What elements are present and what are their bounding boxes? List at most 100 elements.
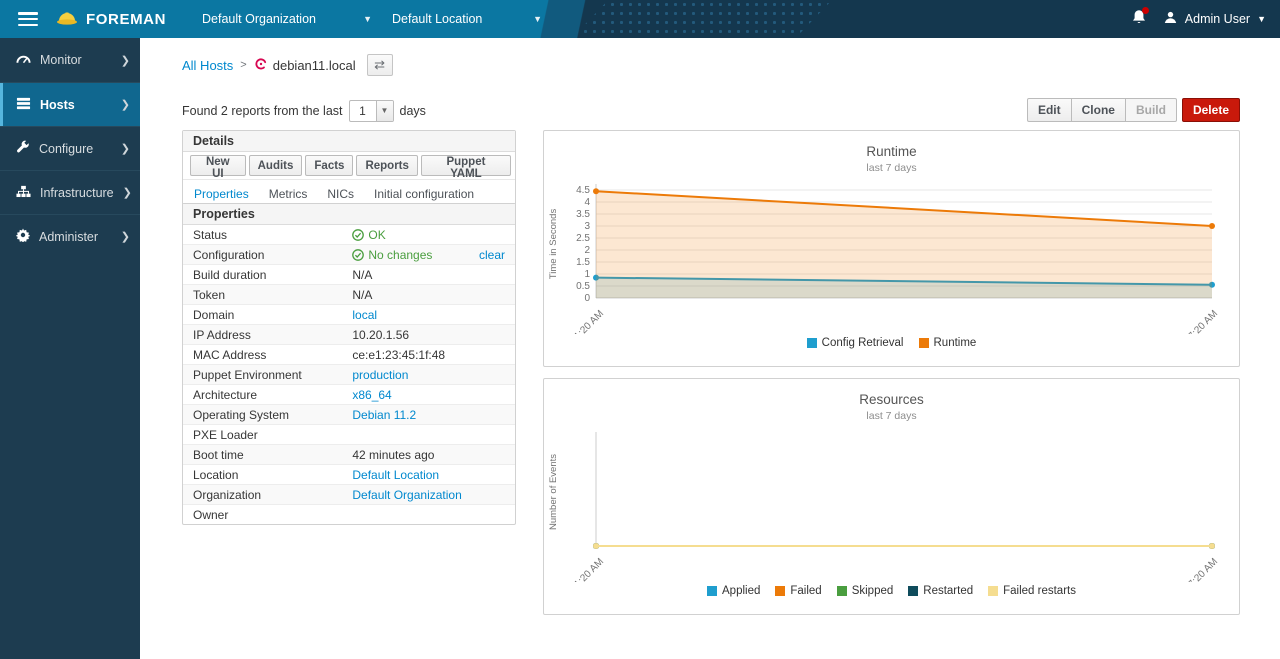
breadcrumb: All Hosts > debian11.local ⇄	[182, 54, 393, 76]
reports-filter-bar: Found 2 reports from the last 1 ▼ days	[182, 100, 426, 122]
table-row: Build durationN/A	[183, 265, 515, 285]
host-action-buttons: Edit Clone Build Delete	[1027, 98, 1240, 122]
property-label: Status	[183, 225, 342, 245]
debian-icon	[254, 57, 268, 74]
resources-chart-legend: Applied Failed Skipped Restarted Failed rest…	[544, 585, 1239, 597]
chevron-down-icon: ▼	[363, 14, 372, 24]
legend-item-failed-restarts[interactable]: Failed restarts	[988, 585, 1076, 597]
check-circle-icon	[352, 228, 364, 242]
svg-text:4: 4	[584, 197, 590, 208]
days-select-value: 1	[350, 101, 376, 121]
sidebar-item-hosts[interactable]: Hosts❯	[0, 82, 140, 126]
property-label: Boot time	[183, 445, 342, 465]
details-buttons-row: New UIAuditsFactsReportsPuppet YAML	[183, 152, 515, 180]
notifications-bell-icon[interactable]	[1131, 9, 1147, 29]
foreman-brand[interactable]: FOREMAN	[56, 9, 166, 30]
property-label: Build duration	[183, 265, 342, 285]
build-button[interactable]: Build	[1125, 98, 1177, 122]
property-value: OK	[342, 225, 515, 245]
legend-item-runtime[interactable]: Runtime	[919, 337, 977, 349]
sidebar-item-configure[interactable]: Configure❯	[0, 126, 140, 170]
legend-label: Config Retrieval	[822, 337, 904, 349]
legend-item-failed[interactable]: Failed	[775, 585, 821, 597]
legend-item-restarted[interactable]: Restarted	[908, 585, 973, 597]
chevron-down-icon: ▼	[1257, 14, 1266, 24]
property-value-link[interactable]: Default Organization	[352, 488, 461, 502]
table-row: ConfigurationNo changesclear	[183, 245, 515, 265]
table-row: LocationDefault Location	[183, 465, 515, 485]
location-dropdown[interactable]: Default Location ▼	[382, 0, 552, 38]
property-label: IP Address	[183, 325, 342, 345]
facts-button[interactable]: Facts	[305, 155, 353, 176]
tab-properties[interactable]: Properties	[185, 185, 258, 203]
property-value-link[interactable]: local	[352, 308, 377, 322]
table-row: Boot time42 minutes ago	[183, 445, 515, 465]
sidebar-item-administer[interactable]: Administer❯	[0, 214, 140, 258]
svg-text:Time in Seconds: Time in Seconds	[548, 209, 559, 280]
property-label: Domain	[183, 305, 342, 325]
sidebar-item-monitor[interactable]: Monitor❯	[0, 38, 140, 82]
organization-dropdown[interactable]: Default Organization ▼	[192, 0, 382, 38]
days-select[interactable]: 1 ▼	[349, 100, 394, 122]
puppet-yaml-button[interactable]: Puppet YAML	[421, 155, 511, 176]
breadcrumb-current-host: debian11.local	[254, 57, 356, 74]
user-menu[interactable]: Admin User ▼	[1163, 10, 1266, 28]
property-value-link[interactable]: production	[352, 368, 408, 382]
table-row: Puppet Environmentproduction	[183, 365, 515, 385]
edit-button[interactable]: Edit	[1027, 98, 1072, 122]
property-value: N/A	[342, 285, 515, 305]
svg-text:4.5: 4.5	[576, 185, 590, 196]
chevron-down-icon: ▼	[533, 14, 542, 24]
chevron-right-icon: ❯	[121, 98, 130, 111]
breadcrumb-all-hosts-link[interactable]: All Hosts	[182, 58, 233, 73]
legend-item-config-retrieval[interactable]: Config Retrieval	[807, 337, 904, 349]
sidebar-item-label: Configure	[39, 142, 93, 156]
property-value: local	[342, 305, 515, 325]
legend-label: Runtime	[934, 337, 977, 349]
foreman-host-page: FOREMAN Default Organization ▼ Default L…	[0, 0, 1280, 659]
chevron-down-icon[interactable]: ▼	[376, 101, 393, 121]
new-ui-button[interactable]: New UI	[190, 155, 246, 176]
host-name: debian11.local	[273, 58, 356, 73]
delete-button[interactable]: Delete	[1182, 98, 1240, 122]
property-value-link[interactable]: Default Location	[352, 468, 439, 482]
tab-metrics[interactable]: Metrics	[260, 185, 317, 203]
svg-text:12/16, 7:20 AM: 12/16, 7:20 AM	[1165, 308, 1220, 334]
property-value	[342, 505, 515, 525]
table-row: MAC Addressce:e1:23:45:1f:48	[183, 345, 515, 365]
property-value: production	[342, 365, 515, 385]
breadcrumb-separator: >	[240, 59, 246, 71]
resources-chart-title: Resources	[544, 392, 1239, 407]
tab-initial-configuration[interactable]: Initial configuration	[365, 185, 483, 203]
svg-text:0: 0	[584, 293, 590, 304]
table-row: Organization Default Organization	[183, 485, 515, 505]
sitemap-icon	[16, 185, 31, 201]
property-value-link[interactable]: Debian 11.2	[352, 408, 416, 422]
runtime-chart-subtitle: last 7 days	[544, 162, 1239, 174]
hamburger-menu-icon[interactable]	[18, 12, 38, 26]
svg-text:11/25, 11:20 AM: 11/25, 11:20 AM	[548, 308, 606, 334]
foreman-helmet-logo	[56, 9, 78, 30]
property-value-link[interactable]: x86_64	[352, 388, 391, 402]
property-label: Configuration	[183, 245, 342, 265]
clear-link[interactable]: clear	[479, 248, 505, 262]
table-row: Operating System Debian 11.2	[183, 405, 515, 425]
svg-text:1.5: 1.5	[576, 257, 590, 268]
audits-button[interactable]: Audits	[249, 155, 303, 176]
tab-nics[interactable]: NICs	[318, 185, 363, 203]
table-row: StatusOK	[183, 225, 515, 245]
host-switcher-button[interactable]: ⇄	[367, 54, 393, 76]
legend-item-skipped[interactable]: Skipped	[837, 585, 894, 597]
property-label: Operating System	[183, 405, 342, 425]
table-row: TokenN/A	[183, 285, 515, 305]
legend-label: Applied	[722, 585, 760, 597]
property-label: Owner	[183, 505, 342, 525]
sidebar-item-infrastructure[interactable]: Infrastructure❯	[0, 170, 140, 214]
legend-item-applied[interactable]: Applied	[707, 585, 760, 597]
svg-text:3: 3	[584, 221, 590, 232]
property-value: ce:e1:23:45:1f:48	[342, 345, 515, 365]
gear-icon	[16, 228, 30, 245]
property-label: Organization	[183, 485, 342, 505]
clone-button[interactable]: Clone	[1071, 98, 1126, 122]
reports-button[interactable]: Reports	[356, 155, 417, 176]
